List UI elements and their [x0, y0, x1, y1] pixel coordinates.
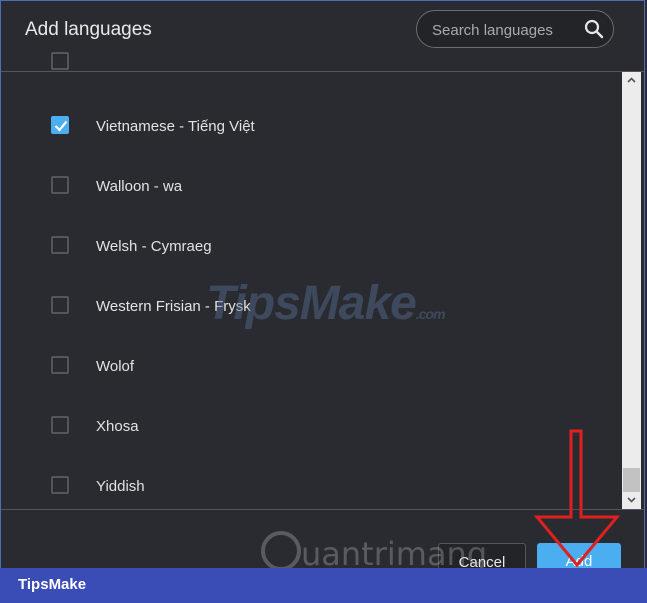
- language-label: Welsh - Cymraeg: [96, 238, 212, 255]
- watermark-text: TipsMake: [206, 277, 417, 330]
- tipsmake-watermark: TipsMake.com: [206, 276, 446, 331]
- annotation-arrow-icon: [533, 429, 621, 568]
- language-label: Wolof: [96, 358, 135, 375]
- language-checkbox[interactable]: [51, 116, 69, 134]
- list-item[interactable]: Xhosa: [1, 397, 621, 457]
- chevron-down-icon: [627, 497, 636, 503]
- dialog-title: Add languages: [25, 19, 152, 40]
- scroll-up-button[interactable]: [622, 72, 641, 89]
- language-label: Xhosa: [96, 418, 139, 435]
- check-icon: [54, 120, 68, 132]
- list-item[interactable]: Yiddish: [1, 457, 621, 517]
- language-checkbox[interactable]: [51, 296, 69, 314]
- brand-banner: TipsMake: [0, 568, 647, 603]
- search-icon: [584, 19, 604, 39]
- scroll-track[interactable]: [622, 89, 641, 506]
- watermark-suffix: .com: [415, 306, 446, 322]
- language-checkbox[interactable]: [51, 416, 69, 434]
- search-button[interactable]: [575, 11, 613, 47]
- language-checkbox[interactable]: [51, 52, 69, 70]
- list-item-partial: [1, 52, 621, 72]
- search-input[interactable]: Search languages: [432, 22, 553, 39]
- language-label: Vietnamese - Tiếng Việt: [96, 118, 255, 135]
- scroll-down-button[interactable]: [622, 492, 641, 509]
- language-checkbox[interactable]: [51, 356, 69, 374]
- bulb-logo-icon: [261, 531, 301, 571]
- language-label: Yiddish: [96, 478, 145, 495]
- list-item[interactable]: Walloon - wa: [1, 157, 621, 217]
- language-checkbox[interactable]: [51, 236, 69, 254]
- banner-text: TipsMake: [18, 576, 87, 593]
- list-scrollbar[interactable]: [622, 72, 641, 509]
- language-checkbox[interactable]: [51, 176, 69, 194]
- language-checkbox[interactable]: [51, 476, 69, 494]
- search-field[interactable]: Search languages: [416, 10, 614, 48]
- chevron-up-icon: [627, 77, 636, 83]
- list-item[interactable]: Welsh - Cymraeg: [1, 217, 621, 277]
- list-item[interactable]: Wolof: [1, 337, 621, 397]
- add-languages-dialog: Add languages Search languages Vietnames…: [0, 0, 645, 601]
- list-item[interactable]: Vietnamese - Tiếng Việt: [1, 97, 621, 157]
- language-label: Walloon - wa: [96, 178, 183, 195]
